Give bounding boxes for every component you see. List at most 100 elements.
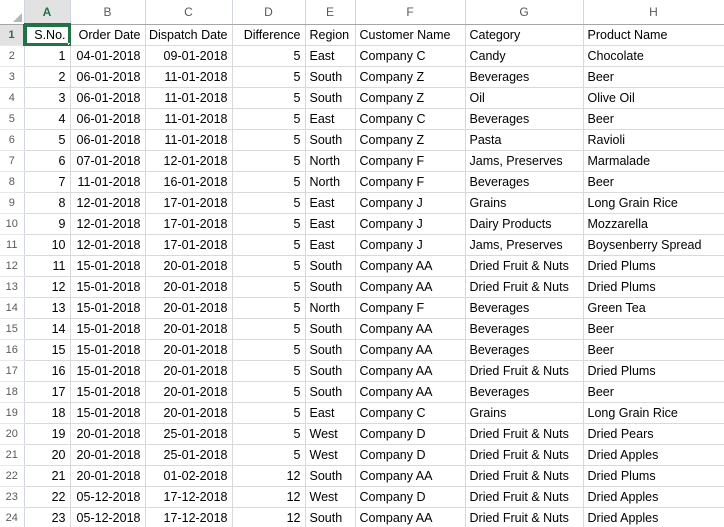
row-header-13[interactable]: 13 — [0, 276, 25, 298]
table-row[interactable]: 3 2 06-01-2018 11-01-2018 5 South Company Z Bev… — [0, 66, 724, 88]
cell-F11[interactable]: Company J — [355, 234, 466, 256]
row-header-4[interactable]: 4 — [0, 87, 25, 109]
cell-H17[interactable]: Dried Plums — [583, 360, 724, 382]
cell-B5[interactable]: 06-01-2018 — [70, 108, 146, 130]
cell-G15[interactable]: Beverages — [465, 318, 584, 340]
column-header-row[interactable]: ABCDEFGH — [0, 0, 724, 25]
worksheet-table[interactable]: ABCDEFGH 1 S.No. Order Date Dispatch Date Di… — [0, 0, 724, 527]
table-row[interactable]: 14 13 15-01-2018 20-01-2018 5 North Company F B… — [0, 297, 724, 319]
cell-B9[interactable]: 12-01-2018 — [70, 192, 146, 214]
row-header-3[interactable]: 3 — [0, 66, 25, 88]
cell-G13[interactable]: Dried Fruit & Nuts — [465, 276, 584, 298]
row-header-23[interactable]: 23 — [0, 486, 25, 508]
cell-B21[interactable]: 20-01-2018 — [70, 444, 146, 466]
cell-A23[interactable]: 22 — [24, 486, 71, 508]
cell-B22[interactable]: 20-01-2018 — [70, 465, 146, 487]
cell-C16[interactable]: 20-01-2018 — [145, 339, 233, 361]
cell-A13[interactable]: 12 — [24, 276, 71, 298]
cell-B17[interactable]: 15-01-2018 — [70, 360, 146, 382]
column-header-c[interactable]: C — [145, 0, 233, 25]
row-header-8[interactable]: 8 — [0, 171, 25, 193]
table-row[interactable]: 10 9 12-01-2018 17-01-2018 5 East Company J Dai… — [0, 213, 724, 235]
table-row[interactable]: 11 10 12-01-2018 17-01-2018 5 East Company J Ja… — [0, 234, 724, 256]
cell-C13[interactable]: 20-01-2018 — [145, 276, 233, 298]
cell-F9[interactable]: Company J — [355, 192, 466, 214]
row-header-24[interactable]: 24 — [0, 507, 25, 527]
cell-D6[interactable]: 5 — [232, 129, 306, 151]
cell-F24[interactable]: Company AA — [355, 507, 466, 527]
cell-C5[interactable]: 11-01-2018 — [145, 108, 233, 130]
column-header-h[interactable]: H — [583, 0, 724, 25]
cell-D3[interactable]: 5 — [232, 66, 306, 88]
cell-E19[interactable]: East — [305, 402, 356, 424]
cell-E12[interactable]: South — [305, 255, 356, 277]
cell-E16[interactable]: South — [305, 339, 356, 361]
cell-B19[interactable]: 15-01-2018 — [70, 402, 146, 424]
cell-C3[interactable]: 11-01-2018 — [145, 66, 233, 88]
cell-D19[interactable]: 5 — [232, 402, 306, 424]
table-row[interactable]: 13 12 15-01-2018 20-01-2018 5 South Company AA… — [0, 276, 724, 298]
cell-B23[interactable]: 05-12-2018 — [70, 486, 146, 508]
cell-B24[interactable]: 05-12-2018 — [70, 507, 146, 527]
cell-G8[interactable]: Beverages — [465, 171, 584, 193]
column-header-a[interactable]: A — [24, 0, 71, 25]
cell-H6[interactable]: Ravioli — [583, 129, 724, 151]
cell-E1[interactable]: Region — [305, 24, 356, 46]
cell-H15[interactable]: Beer — [583, 318, 724, 340]
row-header-1[interactable]: 1 — [0, 24, 25, 46]
cell-G1[interactable]: Category — [465, 24, 584, 46]
table-row[interactable]: 9 8 12-01-2018 17-01-2018 5 East Company J Grai… — [0, 192, 724, 214]
cell-H11[interactable]: Boysenberry Spread — [583, 234, 724, 256]
cell-D10[interactable]: 5 — [232, 213, 306, 235]
cell-D22[interactable]: 12 — [232, 465, 306, 487]
cell-D7[interactable]: 5 — [232, 150, 306, 172]
cell-H7[interactable]: Marmalade — [583, 150, 724, 172]
cell-A16[interactable]: 15 — [24, 339, 71, 361]
cell-A14[interactable]: 13 — [24, 297, 71, 319]
cell-A21[interactable]: 20 — [24, 444, 71, 466]
cell-E8[interactable]: North — [305, 171, 356, 193]
cell-H16[interactable]: Beer — [583, 339, 724, 361]
cell-C6[interactable]: 11-01-2018 — [145, 129, 233, 151]
cell-A5[interactable]: 4 — [24, 108, 71, 130]
cell-B7[interactable]: 07-01-2018 — [70, 150, 146, 172]
table-row[interactable]: 8 7 11-01-2018 16-01-2018 5 North Company F Bev… — [0, 171, 724, 193]
cell-E7[interactable]: North — [305, 150, 356, 172]
cell-E6[interactable]: South — [305, 129, 356, 151]
cell-G7[interactable]: Jams, Preserves — [465, 150, 584, 172]
cell-D12[interactable]: 5 — [232, 255, 306, 277]
cell-F10[interactable]: Company J — [355, 213, 466, 235]
cell-C12[interactable]: 20-01-2018 — [145, 255, 233, 277]
cell-F7[interactable]: Company F — [355, 150, 466, 172]
cell-A2[interactable]: 1 — [24, 45, 71, 67]
cell-E21[interactable]: West — [305, 444, 356, 466]
cell-A9[interactable]: 8 — [24, 192, 71, 214]
cell-F18[interactable]: Company AA — [355, 381, 466, 403]
row-header-7[interactable]: 7 — [0, 150, 25, 172]
cell-B6[interactable]: 06-01-2018 — [70, 129, 146, 151]
row-header-22[interactable]: 22 — [0, 465, 25, 487]
cell-A12[interactable]: 11 — [24, 255, 71, 277]
cell-B4[interactable]: 06-01-2018 — [70, 87, 146, 109]
cell-G6[interactable]: Pasta — [465, 129, 584, 151]
cell-G17[interactable]: Dried Fruit & Nuts — [465, 360, 584, 382]
cell-C4[interactable]: 11-01-2018 — [145, 87, 233, 109]
cell-C19[interactable]: 20-01-2018 — [145, 402, 233, 424]
cell-G19[interactable]: Grains — [465, 402, 584, 424]
cell-A6[interactable]: 5 — [24, 129, 71, 151]
row-header-2[interactable]: 2 — [0, 45, 25, 67]
cell-H23[interactable]: Dried Apples — [583, 486, 724, 508]
cell-D17[interactable]: 5 — [232, 360, 306, 382]
cell-A10[interactable]: 9 — [24, 213, 71, 235]
cell-E5[interactable]: East — [305, 108, 356, 130]
cell-A15[interactable]: 14 — [24, 318, 71, 340]
cell-B2[interactable]: 04-01-2018 — [70, 45, 146, 67]
cell-E15[interactable]: South — [305, 318, 356, 340]
cell-H24[interactable]: Dried Apples — [583, 507, 724, 527]
table-row[interactable]: 2 1 04-01-2018 09-01-2018 5 East Company C Cand… — [0, 45, 724, 67]
cell-C22[interactable]: 01-02-2018 — [145, 465, 233, 487]
cell-H20[interactable]: Dried Pears — [583, 423, 724, 445]
cell-F3[interactable]: Company Z — [355, 66, 466, 88]
column-header-e[interactable]: E — [305, 0, 356, 25]
row-header-20[interactable]: 20 — [0, 423, 25, 445]
